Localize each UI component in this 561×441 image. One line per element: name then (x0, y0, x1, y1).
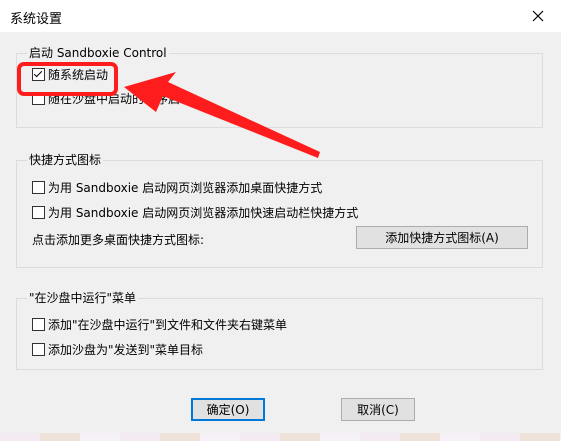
send-to-label: 添加沙盘为"发送到"菜单目标 (48, 343, 204, 357)
background-strip (0, 433, 561, 441)
cancel-button[interactable]: 取消(C) (341, 398, 415, 421)
checkbox-unchecked-icon (32, 318, 45, 331)
title-bar: 系统设置 (0, 0, 561, 32)
checkbox-unchecked-icon (32, 343, 45, 356)
run-in-sandbox-group: "在沙盘中运行"菜单 添加"在沙盘中运行"到文件和文件夹右键菜单 添加沙盘为"发… (16, 291, 543, 370)
startup-group-legend: 启动 Sandboxie Control (27, 46, 169, 60)
desktop-shortcut-checkbox[interactable]: 为用 Sandboxie 启动网页浏览器添加桌面快捷方式 (32, 179, 322, 196)
shortcuts-group: 快捷方式图标 为用 Sandboxie 启动网页浏览器添加桌面快捷方式 为用 S… (16, 153, 543, 268)
window-title: 系统设置 (10, 12, 63, 27)
more-shortcuts-text: 点击添加更多桌面快捷方式图标: (32, 233, 205, 247)
highlight-box (17, 62, 118, 96)
ok-button[interactable]: 确定(O) (191, 398, 265, 421)
send-to-checkbox[interactable]: 添加沙盘为"发送到"菜单目标 (32, 341, 203, 358)
quicklaunch-shortcut-label: 为用 Sandboxie 启动网页浏览器添加快速启动栏快捷方式 (48, 206, 359, 220)
context-menu-checkbox[interactable]: 添加"在沙盘中运行"到文件和文件夹右键菜单 (32, 316, 287, 333)
quicklaunch-shortcut-checkbox[interactable]: 为用 Sandboxie 启动网页浏览器添加快速启动栏快捷方式 (32, 204, 358, 221)
checkbox-unchecked-icon (32, 206, 45, 219)
desktop-shortcut-label: 为用 Sandboxie 启动网页浏览器添加桌面快捷方式 (48, 181, 323, 195)
shortcuts-group-legend: 快捷方式图标 (27, 153, 104, 167)
context-menu-label: 添加"在沙盘中运行"到文件和文件夹右键菜单 (48, 318, 288, 332)
add-shortcut-button[interactable]: 添加快捷方式图标(A) (356, 226, 528, 249)
checkbox-unchecked-icon (32, 181, 45, 194)
close-icon (532, 10, 544, 22)
close-button[interactable] (515, 0, 561, 32)
run-in-sandbox-legend: "在沙盘中运行"菜单 (27, 291, 139, 305)
